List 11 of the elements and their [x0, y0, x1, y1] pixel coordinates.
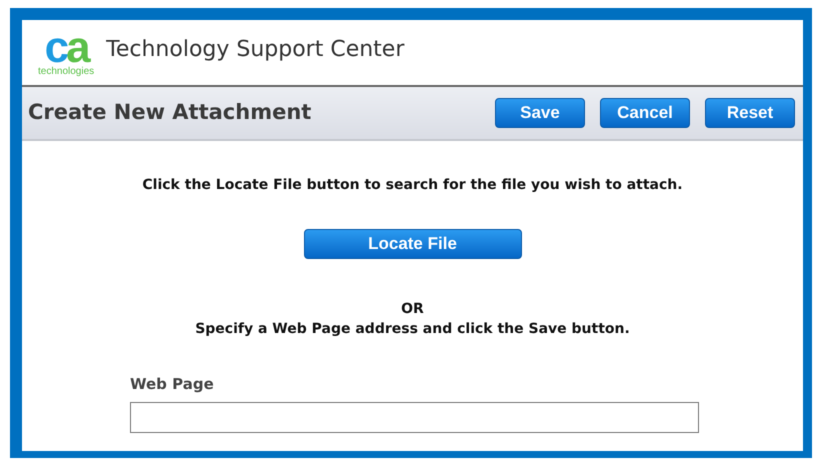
instruction-text: Click the Locate File button to search for the file you wish to attach.: [142, 176, 683, 195]
or-text: OR: [401, 300, 424, 319]
page-title: Create New Attachment: [28, 99, 312, 126]
app-title: Technology Support Center: [106, 36, 404, 64]
alt-instruction-text: Specify a Web Page address and click the Save button.: [195, 320, 630, 339]
toolbar-button[interactable]: Save: [495, 98, 585, 128]
locate-file-button[interactable]: Locate File: [304, 229, 522, 259]
web-page-field[interactable]: [130, 402, 699, 432]
toolbar-button[interactable]: Reset: [705, 98, 795, 128]
field-label: Web Page: [130, 374, 215, 395]
toolbar-button[interactable]: Cancel: [600, 98, 690, 128]
